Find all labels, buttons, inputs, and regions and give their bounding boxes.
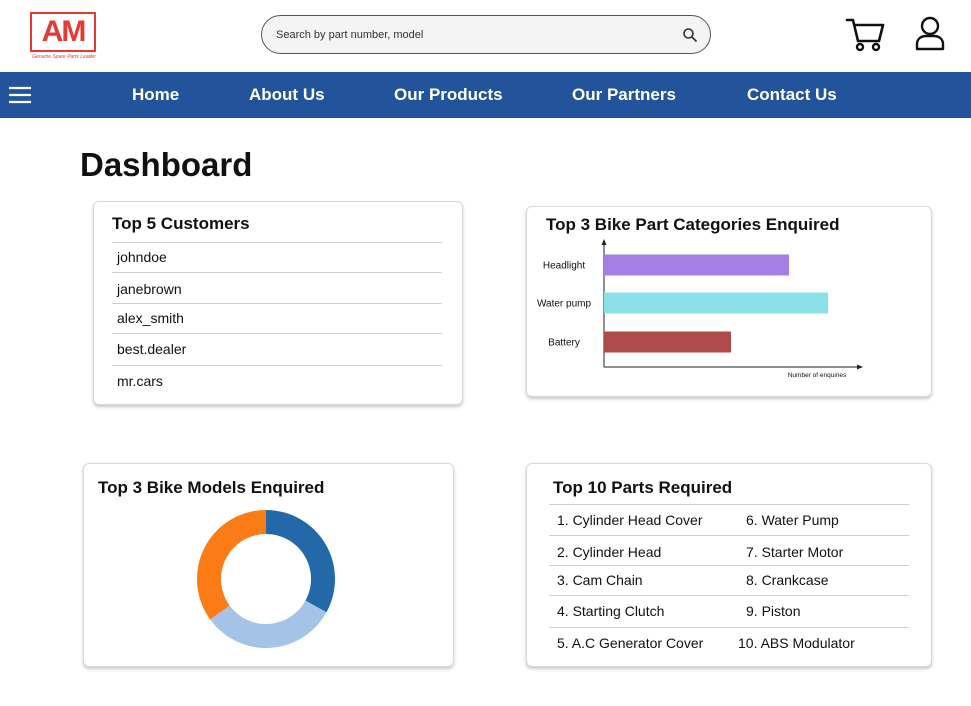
customer-name: alex_smith <box>117 310 184 326</box>
part-item[interactable]: 7. Starter Motor <box>746 544 843 560</box>
part-item[interactable]: 3. Cam Chain <box>557 572 643 588</box>
search-icon[interactable] <box>682 27 698 43</box>
categories-bar-chart: Headlight Water pump Battery Number of enq… <box>537 239 863 379</box>
list-item[interactable]: best.dealer <box>112 333 442 365</box>
logo-tagline: Genuine Spare Parts Leader <box>32 54 96 60</box>
hamburger-icon[interactable] <box>8 85 32 105</box>
logo-mark: AM <box>30 12 96 52</box>
nav-home[interactable]: Home <box>132 85 179 105</box>
nav-contact-us[interactable]: Contact Us <box>747 85 837 105</box>
brand-logo[interactable]: AM Genuine Spare Parts Leader <box>24 10 104 62</box>
part-item[interactable]: 2. Cylinder Head <box>557 544 661 560</box>
main-nav: Home About Us Our Products Our Partners … <box>0 72 971 118</box>
table-row: 5. A.C Generator Cover 10. ABS Modulator <box>549 627 909 657</box>
parts-card: Top 10 Parts Required 1. Cylinder Head C… <box>526 463 932 667</box>
search-input[interactable] <box>276 24 666 46</box>
bar-water-pump <box>604 292 828 314</box>
nav-about-us[interactable]: About Us <box>249 85 325 105</box>
customer-name: best.dealer <box>117 341 187 357</box>
x-axis-label: Number of enquiries <box>788 372 847 379</box>
nav-our-partners[interactable]: Our Partners <box>572 85 676 105</box>
donut-slice <box>210 600 327 648</box>
models-donut-chart <box>197 510 335 648</box>
parts-title: Top 10 Parts Required <box>553 478 733 497</box>
user-icon[interactable] <box>914 16 946 52</box>
page-title: Dashboard <box>80 146 253 183</box>
customers-card: Top 5 Customers johndoe janebrown alex_s… <box>93 201 463 405</box>
table-row: 1. Cylinder Head Cover 6. Water Pump <box>549 504 909 535</box>
x-axis-arrow <box>857 364 863 370</box>
customer-name: janebrown <box>117 281 182 297</box>
bar-battery <box>604 331 731 353</box>
customers-title: Top 5 Customers <box>112 214 250 233</box>
part-item[interactable]: 10. ABS Modulator <box>738 635 855 651</box>
category-label: Water pump <box>537 299 592 310</box>
category-label: Headlight <box>543 261 585 272</box>
y-axis-arrow <box>601 239 607 245</box>
top-header: AM Genuine Spare Parts Leader <box>0 0 971 72</box>
models-card: Top 3 Bike Models Enquired <box>83 463 454 667</box>
customer-name: johndoe <box>117 249 167 265</box>
bar-headlight <box>604 254 789 276</box>
list-item[interactable]: janebrown <box>112 272 442 303</box>
part-item[interactable]: 9. Piston <box>746 603 800 619</box>
table-row: 4. Starting Clutch 9. Piston <box>549 595 909 627</box>
part-item[interactable]: 1. Cylinder Head Cover <box>557 512 703 528</box>
list-item[interactable]: mr.cars <box>112 365 442 395</box>
donut-slice <box>197 510 266 620</box>
search-bar <box>261 15 711 54</box>
part-item[interactable]: 5. A.C Generator Cover <box>557 635 703 651</box>
donut-slice <box>266 510 335 613</box>
table-row: 3. Cam Chain 8. Crankcase <box>549 565 909 595</box>
categories-card: Top 3 Bike Part Categories Enquired Head… <box>526 206 932 397</box>
table-row: 2. Cylinder Head 7. Starter Motor <box>549 535 909 565</box>
part-item[interactable]: 4. Starting Clutch <box>557 603 664 619</box>
logo-text: AM <box>41 15 87 48</box>
part-item[interactable]: 8. Crankcase <box>746 572 828 588</box>
nav-our-products[interactable]: Our Products <box>394 85 503 105</box>
category-label: Battery <box>548 338 580 349</box>
part-item[interactable]: 6. Water Pump <box>746 512 839 528</box>
customer-name: mr.cars <box>117 373 163 389</box>
cart-icon[interactable] <box>845 16 885 52</box>
list-item[interactable]: alex_smith <box>112 303 442 333</box>
list-item[interactable]: johndoe <box>112 242 442 272</box>
